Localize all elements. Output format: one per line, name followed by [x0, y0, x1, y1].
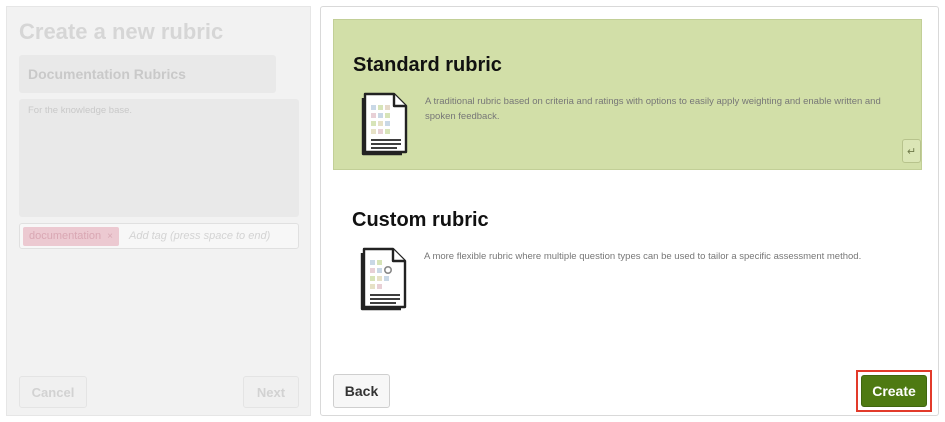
custom-rubric-title: Custom rubric: [352, 209, 489, 231]
create-button[interactable]: Create: [861, 375, 927, 407]
custom-rubric-option[interactable]: Custom rubric A more flexible rubric whe…: [333, 195, 922, 325]
panel-title: Create a new rubric: [19, 19, 224, 44]
tag-chip-label: documentation: [29, 230, 102, 242]
next-button[interactable]: Next: [243, 376, 299, 408]
back-button[interactable]: Back: [333, 374, 390, 408]
enter-key-icon: ↵: [902, 139, 921, 163]
tag-remove-icon[interactable]: ×: [107, 231, 113, 242]
cancel-button[interactable]: Cancel: [19, 376, 87, 408]
tag-input[interactable]: documentation × Add tag (press space to e…: [19, 223, 299, 249]
rubric-details-panel: Create a new rubric Documentation Rubric…: [6, 6, 311, 416]
tag-chip[interactable]: documentation ×: [23, 227, 120, 246]
custom-rubric-description: A more flexible rubric where multiple qu…: [424, 251, 862, 262]
standard-rubric-title: Standard rubric: [353, 54, 502, 76]
create-button-highlight: Create: [856, 370, 932, 412]
tag-placeholder: Add tag (press space to end): [129, 230, 271, 242]
rubric-name-field[interactable]: Documentation Rubrics: [19, 55, 276, 93]
standard-rubric-option[interactable]: Standard rubric A traditional rubric bas…: [333, 19, 922, 170]
standard-rubric-description: A traditional rubric based on criteria a…: [425, 96, 881, 122]
custom-rubric-icon: [360, 247, 407, 311]
standard-rubric-icon: [361, 92, 408, 156]
rubric-description-field[interactable]: For the knowledge base.: [19, 99, 299, 217]
rubric-type-panel: Standard rubric A traditional rubric bas…: [320, 6, 939, 416]
